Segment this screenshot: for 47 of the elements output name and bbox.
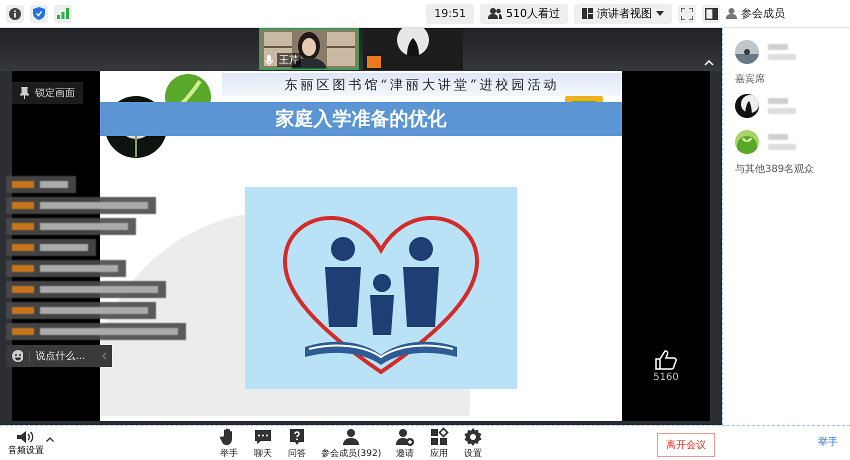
toolbar-button[interactable]: 聊天 [246,427,280,460]
section-label: 嘉宾席 [735,72,766,86]
caret-icon [656,11,664,16]
blurred-name-drawing [767,97,797,115]
caret-icon[interactable] [46,437,54,442]
settings-icon [463,427,484,446]
like-count: 5160 [653,372,679,383]
meeting-time: 19:51 [426,4,474,24]
apps-icon [429,427,450,446]
info-icon[interactable] [6,4,24,22]
speaker-icon [17,430,35,442]
participant-name: 王芹 [277,53,301,67]
toolbar-button[interactable]: 参会成员(392) [314,427,388,460]
people-icon [488,8,502,19]
thumbs-up-icon[interactable] [655,350,677,370]
emoji-icon[interactable] [12,350,23,362]
viewers-button[interactable]: 510人看过 [480,4,568,24]
members-panel-title: 参会成员 [741,6,785,21]
leave-meeting-button[interactable]: 离开会议 [657,433,715,457]
members-icon [341,427,362,446]
qa-icon [287,427,307,446]
microphone-icon [265,55,273,66]
toolbar-button[interactable]: 举手 [212,427,246,460]
audio-settings-button[interactable]: 音频设置 [6,430,46,456]
pin-icon [20,87,29,99]
shield-icon[interactable] [30,4,48,22]
blurred-name-drawing [767,43,797,61]
toolbar-button[interactable]: 问答 [280,427,314,460]
toolbar-button[interactable]: 设置 [456,427,490,460]
chat-input-field[interactable]: 说点什么... [28,350,96,362]
signal-icon[interactable] [54,4,72,22]
slide-title: 家庭入学准备的优化 [100,102,622,136]
blurred-name-drawing [767,133,797,151]
chat-bar[interactable]: 说点什么... [6,345,112,367]
other-viewers-count[interactable]: 与其他389名观众 [735,162,850,176]
chat-icon [253,427,273,446]
invite-icon [395,427,416,446]
toolbar-button[interactable]: 邀请 [388,427,422,460]
person-icon [726,8,737,19]
view-mode-dropdown[interactable]: 演讲者视图 [574,4,672,24]
sidebar-toggle-icon[interactable] [702,4,720,22]
toolbar-button[interactable]: 应用 [422,427,456,460]
fullscreen-icon[interactable] [678,4,696,22]
lock-screen-button[interactable]: 锁定画面 [12,82,83,104]
layout-icon [582,8,593,19]
raise-hand-link[interactable]: 举手 [812,434,844,450]
slide-subtitle: 东丽区图书馆“津丽大讲堂”进校园活动 [222,73,622,96]
